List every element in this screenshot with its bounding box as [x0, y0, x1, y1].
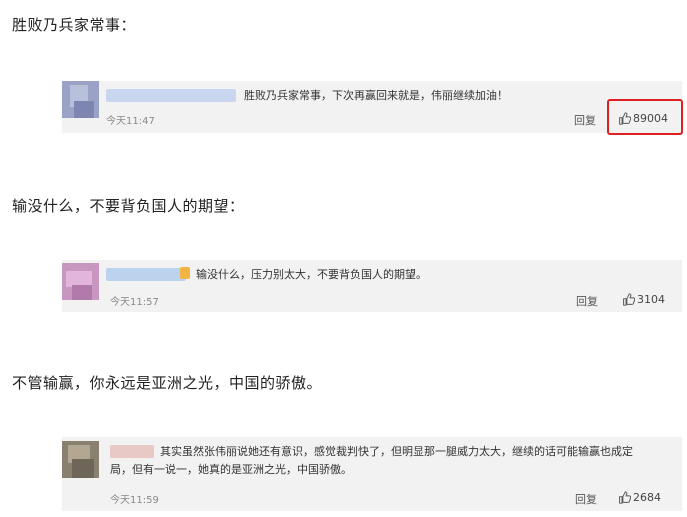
- like-count: 2684: [633, 491, 661, 504]
- username[interactable]: [106, 268, 186, 281]
- avatar[interactable]: [62, 263, 99, 300]
- reply-button[interactable]: 回复: [574, 112, 596, 128]
- comment-text-line-1: 其实虽然张伟丽说她还有意识，感觉裁判快了，但明显那一腿威力太大，继续的话可能输赢…: [160, 445, 633, 458]
- comment-time: 今天11:47: [106, 116, 155, 127]
- section-heading-2: 输没什么，不要背负国人的期望：: [12, 197, 245, 215]
- comment-time: 今天11:57: [110, 297, 159, 308]
- comment-text-line-2: 局，但有一说一，她真的是亚洲之光，中国骄傲。: [110, 463, 352, 476]
- like-highlight-box: [607, 99, 683, 135]
- comment-card-1: 胜败乃兵家常事，下次再赢回来就是，伟丽继续加油！ 今天11:47 回复 8900…: [62, 81, 683, 135]
- username[interactable]: [106, 89, 236, 102]
- thumbs-up-icon: [623, 293, 635, 306]
- like-count: 3104: [637, 293, 665, 306]
- avatar[interactable]: [62, 441, 99, 478]
- username[interactable]: [110, 445, 154, 458]
- reply-button[interactable]: 回复: [575, 491, 597, 507]
- like-button[interactable]: 2684: [618, 491, 661, 504]
- thumbs-up-icon: [619, 491, 631, 504]
- vip-badge: [180, 267, 190, 279]
- comment-text: 输没什么，压力别太大，不要背负国人的期望。: [196, 268, 427, 281]
- section-heading-1: 胜败乃兵家常事：: [12, 16, 137, 34]
- comment-time: 今天11:59: [110, 495, 159, 506]
- section-heading-3: 不管输赢，你永远是亚洲之光，中国的骄傲。: [12, 374, 323, 392]
- avatar[interactable]: [62, 81, 99, 118]
- reply-button[interactable]: 回复: [576, 293, 598, 309]
- comment-card-3: 其实虽然张伟丽说她还有意识，感觉裁判快了，但明显那一腿威力太大，继续的话可能输赢…: [62, 437, 682, 511]
- comment-card-2: 输没什么，压力别太大，不要背负国人的期望。 今天11:57 回复 3104: [62, 260, 682, 312]
- like-button[interactable]: 3104: [622, 293, 665, 306]
- comment-text: 胜败乃兵家常事，下次再赢回来就是，伟丽继续加油！: [244, 89, 508, 102]
